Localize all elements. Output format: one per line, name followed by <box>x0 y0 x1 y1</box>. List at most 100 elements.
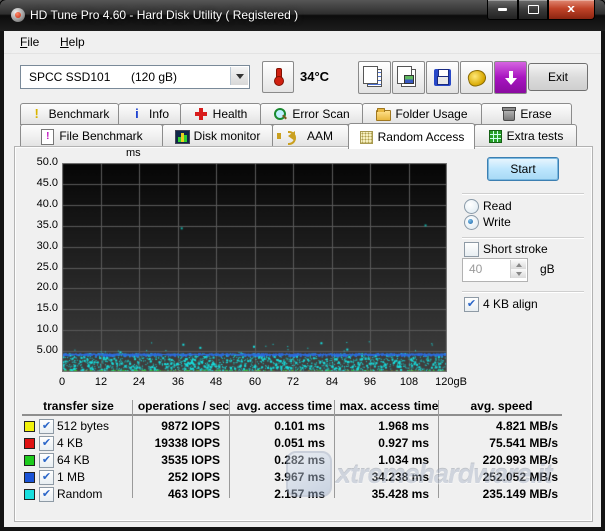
tab-label: Extra tests <box>507 129 564 143</box>
random-access-icon <box>359 130 373 144</box>
drive-name: SPCC SSD101 <box>29 70 110 84</box>
cell-speed: 4.821 MB/s <box>441 419 558 433</box>
short-stroke-value-field[interactable]: 40 <box>462 258 528 282</box>
spinner-down[interactable] <box>511 269 526 278</box>
tab-extra-tests[interactable]: Extra tests <box>474 124 577 148</box>
tab-aam[interactable]: AAM <box>272 124 349 148</box>
cell-ops: 252 IOPS <box>135 470 220 484</box>
y-tick: 20.0 <box>22 281 58 293</box>
maximize-button[interactable] <box>518 0 548 20</box>
short-stroke-checkbox[interactable] <box>464 242 479 257</box>
start-button[interactable]: Start <box>487 157 559 181</box>
series-swatch <box>24 472 35 483</box>
stroke-spinner[interactable] <box>510 260 526 278</box>
copy-text-button[interactable] <box>358 61 391 94</box>
row-checkbox[interactable]: ✔ <box>39 470 54 485</box>
tab-benchmark[interactable]: ! Benchmark <box>20 103 119 125</box>
cell-max: 1.034 ms <box>337 453 429 467</box>
tab-label: Benchmark <box>49 107 110 121</box>
download-button[interactable] <box>494 61 527 94</box>
y-tick: 35.0 <box>22 219 58 231</box>
cell-avg: 2.157 ms <box>232 487 325 501</box>
series-swatch <box>24 421 35 432</box>
magnifier-icon <box>273 107 287 121</box>
tab-health[interactable]: Health <box>180 103 261 125</box>
tab-random-access[interactable]: Random Access <box>348 123 475 149</box>
folder-icon <box>376 107 390 121</box>
table-divider <box>132 400 133 498</box>
x-tick: 120gB <box>427 376 475 388</box>
align-checkbox[interactable]: ✔ <box>464 297 479 312</box>
col-header: avg. access time <box>232 399 337 413</box>
col-header: avg. speed <box>441 399 562 413</box>
close-button[interactable]: x <box>548 0 595 20</box>
drive-select[interactable]: SPCC SSD101 (120 gB) <box>20 65 250 89</box>
download-arrow-icon <box>505 71 517 85</box>
tab-erase[interactable]: Erase <box>481 103 572 125</box>
read-radio[interactable] <box>464 199 479 214</box>
y-axis-unit: ms <box>126 147 141 159</box>
row-checkbox[interactable]: ✔ <box>39 436 54 451</box>
row-checkbox[interactable]: ✔ <box>39 487 54 502</box>
tab-label: Folder Usage <box>395 107 467 121</box>
health-cross-icon <box>194 107 208 121</box>
copy-image-button[interactable] <box>392 61 425 94</box>
col-header: operations / sec <box>135 399 232 413</box>
tab-label: AAM <box>307 129 333 143</box>
y-tick: 40.0 <box>22 198 58 210</box>
exit-button[interactable]: Exit <box>528 63 588 91</box>
y-tick: 15.0 <box>22 302 58 314</box>
temperature-button[interactable] <box>262 61 294 93</box>
tab-info[interactable]: i Info <box>118 103 181 125</box>
table-divider <box>334 400 335 498</box>
row-checkbox[interactable]: ✔ <box>39 453 54 468</box>
menu-file[interactable]: File <box>12 31 47 53</box>
copy-text-icon <box>367 69 382 87</box>
cell-ops: 19338 IOPS <box>135 436 220 450</box>
y-tick: 50.0 <box>22 156 58 168</box>
cell-ops: 463 IOPS <box>135 487 220 501</box>
stroke-unit-label: gB <box>540 262 555 276</box>
extra-tests-icon <box>488 129 502 143</box>
tab-disk-monitor[interactable]: Disk monitor <box>162 124 273 148</box>
spinner-up[interactable] <box>511 260 526 269</box>
x-tick: 108 <box>389 376 429 388</box>
client-area: File Help SPCC SSD101 (120 gB) 34°C <box>4 31 601 527</box>
x-tick: 84 <box>312 376 352 388</box>
menu-bar: File Help <box>4 31 601 54</box>
info-icon: i <box>130 107 144 121</box>
start-label: Start <box>510 162 535 176</box>
cell-avg: 0.051 ms <box>232 436 325 450</box>
capture-button[interactable] <box>460 61 493 94</box>
y-tick: 30.0 <box>22 240 58 252</box>
tab-label: Erase <box>520 107 551 121</box>
series-swatch <box>24 455 35 466</box>
tab-label: Random Access <box>378 130 465 144</box>
title-bar[interactable]: HD Tune Pro 4.60 - Hard Disk Utility ( R… <box>0 0 605 31</box>
read-label: Read <box>483 199 512 213</box>
drive-select-arrow[interactable] <box>230 67 248 85</box>
row-checkbox[interactable]: ✔ <box>39 419 54 434</box>
x-tick: 36 <box>158 376 198 388</box>
save-screenshot-button[interactable] <box>426 61 459 94</box>
chevron-down-icon <box>236 74 244 79</box>
cell-speed: 235.149 MB/s <box>441 487 558 501</box>
cell-speed: 75.541 MB/s <box>441 436 558 450</box>
temperature-value: 34°C <box>300 69 329 84</box>
x-tick: 60 <box>235 376 275 388</box>
tab-file-benchmark[interactable]: ! File Benchmark <box>20 124 163 148</box>
chart-canvas <box>62 163 447 372</box>
tab-error-scan[interactable]: Error Scan <box>260 103 363 125</box>
window-title: HD Tune Pro 4.60 - Hard Disk Utility ( R… <box>30 0 298 31</box>
x-tick: 72 <box>273 376 313 388</box>
x-tick: 0 <box>42 376 82 388</box>
menu-help[interactable]: Help <box>52 31 93 53</box>
separator <box>462 193 584 195</box>
tab-folder-usage[interactable]: Folder Usage <box>362 103 482 125</box>
table-divider <box>229 400 230 498</box>
capture-icon <box>466 67 488 87</box>
file-benchmark-icon: ! <box>40 129 54 143</box>
table-divider <box>438 400 439 498</box>
minimize-button[interactable] <box>487 0 518 20</box>
write-radio[interactable] <box>464 215 479 230</box>
